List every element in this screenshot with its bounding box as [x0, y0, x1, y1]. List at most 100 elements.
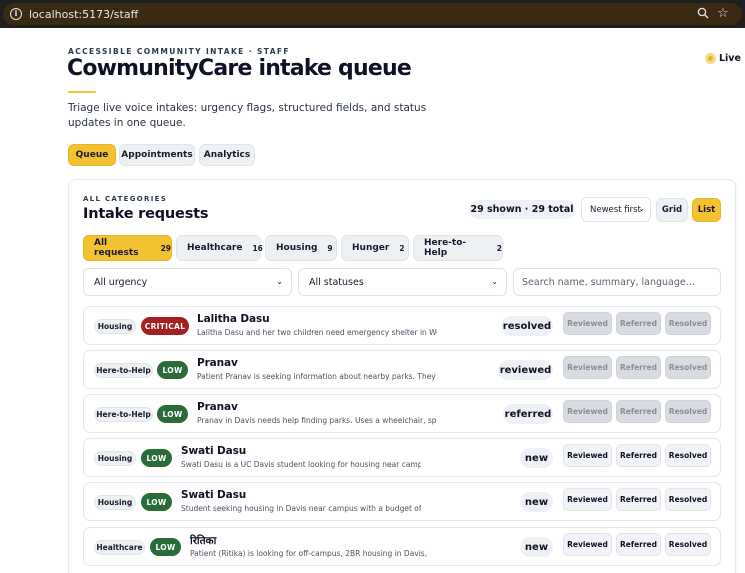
mark-reviewed-button[interactable]: Reviewed	[563, 444, 612, 467]
row-name: Swati Dasu	[181, 489, 247, 501]
panel-eyebrow: ALL CATEGORIES	[83, 195, 168, 203]
mark-resolved-button[interactable]: Resolved	[665, 312, 711, 335]
mark-reviewed-button[interactable]: Reviewed	[563, 312, 612, 335]
row-urgency-badge: LOW	[141, 449, 172, 467]
urgency-filter[interactable]: All urgency ⌄	[83, 268, 292, 296]
url-text[interactable]: localhost:5173/staff	[29, 8, 138, 21]
row-name: Pranav	[197, 401, 238, 413]
sort-select[interactable]: Newest first ⌄	[581, 197, 651, 222]
tab-analytics[interactable]: Analytics	[199, 144, 255, 166]
row-category-badge: Here-to-Help	[94, 407, 153, 422]
category-chip-all[interactable]: All requests 29	[83, 235, 172, 261]
page-title: CowmunityCare intake queue	[67, 56, 412, 81]
status-filter[interactable]: All statuses ⌄	[298, 268, 507, 296]
category-label: Hunger	[352, 243, 390, 253]
row-status-pill: resolved	[501, 316, 553, 336]
row-summary: Lalitha Dasu and her two children need e…	[197, 328, 437, 337]
mark-referred-button[interactable]: Referred	[616, 488, 661, 511]
mark-resolved-button[interactable]: Resolved	[665, 444, 711, 467]
category-count: 2	[399, 243, 405, 253]
bookmark-star-icon[interactable]: ☆	[716, 6, 730, 21]
row-category-badge: Here-to-Help	[94, 363, 153, 378]
row-urgency-badge: LOW	[157, 405, 188, 423]
view-list-button[interactable]: List	[692, 198, 721, 222]
zoom-icon[interactable]	[696, 7, 710, 21]
row-status-pill: new	[520, 537, 553, 557]
row-summary: Patient Pranav is seeking information ab…	[197, 372, 437, 381]
category-chip-healthcare[interactable]: Healthcare 16	[176, 235, 263, 261]
mark-referred-button[interactable]: Referred	[616, 312, 661, 335]
chevron-down-icon: ⌄	[491, 277, 498, 286]
category-chip-hunger[interactable]: Hunger 2	[341, 235, 409, 261]
row-summary: Pranav in Davis needs help finding parks…	[197, 416, 437, 425]
row-status-pill: reviewed	[498, 360, 553, 380]
table-row[interactable]: Healthcare LOW रितिका Patient (Ritika) i…	[83, 527, 721, 566]
row-summary: Student seeking housing in Davis near ca…	[181, 504, 421, 513]
row-name: Lalitha Dasu	[197, 313, 270, 325]
row-status-pill: referred	[503, 404, 553, 424]
chevron-down-icon: ⌄	[638, 204, 645, 213]
browser-toolbar: i localhost:5173/staff ☆	[0, 0, 745, 28]
chevron-down-icon: ⌄	[276, 277, 283, 286]
table-row[interactable]: Here-to-Help LOW Pranav Patient Pranav i…	[83, 350, 721, 389]
mark-resolved-button[interactable]: Resolved	[665, 488, 711, 511]
row-status-pill: new	[520, 448, 553, 468]
category-label: Housing	[276, 243, 318, 253]
urgency-filter-value: All urgency	[94, 276, 148, 288]
row-urgency-badge: CRITICAL	[141, 317, 189, 335]
panel-title: Intake requests	[83, 206, 209, 222]
title-underline	[68, 91, 96, 93]
category-count: 2	[496, 243, 502, 253]
mark-referred-button[interactable]: Referred	[616, 444, 661, 467]
row-status-pill: new	[520, 492, 553, 512]
row-summary: Swati Dasu is a UC Davis student looking…	[181, 460, 421, 469]
mark-referred-button[interactable]: Referred	[616, 400, 661, 423]
category-count: 9	[327, 243, 333, 253]
mark-reviewed-button[interactable]: Reviewed	[563, 400, 612, 423]
mark-reviewed-button[interactable]: Reviewed	[563, 356, 612, 379]
status-filter-value: All statuses	[309, 276, 364, 288]
row-category-badge: Housing	[94, 495, 136, 510]
page-subtitle: Triage live voice intakes: urgency flags…	[68, 102, 427, 129]
row-category-badge: Healthcare	[94, 540, 145, 555]
row-urgency-badge: LOW	[150, 538, 181, 556]
sort-value: Newest first	[590, 204, 641, 215]
mark-reviewed-button[interactable]: Reviewed	[563, 533, 612, 556]
category-chip-housing[interactable]: Housing 9	[265, 235, 337, 261]
mark-referred-button[interactable]: Referred	[616, 533, 661, 556]
table-row[interactable]: Housing LOW Swati Dasu Student seeking h…	[83, 482, 721, 521]
live-indicator: Live	[705, 53, 741, 64]
info-icon[interactable]: i	[10, 8, 22, 20]
mark-resolved-button[interactable]: Resolved	[665, 400, 711, 423]
mark-resolved-button[interactable]: Resolved	[665, 356, 711, 379]
category-count: 16	[252, 243, 263, 253]
results-count: 29 shown · 29 total	[469, 200, 575, 219]
search-input[interactable]	[513, 268, 721, 296]
mark-referred-button[interactable]: Referred	[616, 356, 661, 379]
tab-appointments[interactable]: Appointments	[119, 144, 195, 166]
table-row[interactable]: Here-to-Help LOW Pranav Pranav in Davis …	[83, 394, 721, 433]
address-bar[interactable]: i localhost:5173/staff ☆	[3, 3, 742, 25]
page-eyebrow: ACCESSIBLE COMMUNITY INTAKE · STAFF	[68, 47, 290, 56]
table-row[interactable]: Housing LOW Swati Dasu Swati Dasu is a U…	[83, 438, 721, 477]
view-grid-button[interactable]: Grid	[656, 198, 688, 222]
row-name: रितिका	[190, 535, 217, 547]
row-category-badge: Housing	[94, 319, 136, 334]
category-label: Healthcare	[187, 243, 243, 253]
live-dot-icon	[705, 53, 716, 64]
table-row[interactable]: Housing CRITICAL Lalitha Dasu Lalitha Da…	[83, 306, 721, 345]
tab-queue[interactable]: Queue	[68, 144, 116, 166]
row-name: Swati Dasu	[181, 445, 247, 457]
row-urgency-badge: LOW	[157, 361, 188, 379]
row-urgency-badge: LOW	[141, 493, 172, 511]
live-label: Live	[719, 53, 741, 64]
mark-resolved-button[interactable]: Resolved	[665, 533, 711, 556]
category-count: 29	[160, 243, 171, 253]
row-summary: Patient (Ritika) is looking for off-camp…	[190, 549, 430, 558]
category-label: All requests	[94, 238, 139, 258]
category-chip-here-to-help[interactable]: Here-to-Help 2	[413, 235, 503, 261]
category-label: Here-to-Help	[424, 238, 467, 258]
row-name: Pranav	[197, 357, 238, 369]
mark-reviewed-button[interactable]: Reviewed	[563, 488, 612, 511]
row-category-badge: Housing	[94, 451, 136, 466]
